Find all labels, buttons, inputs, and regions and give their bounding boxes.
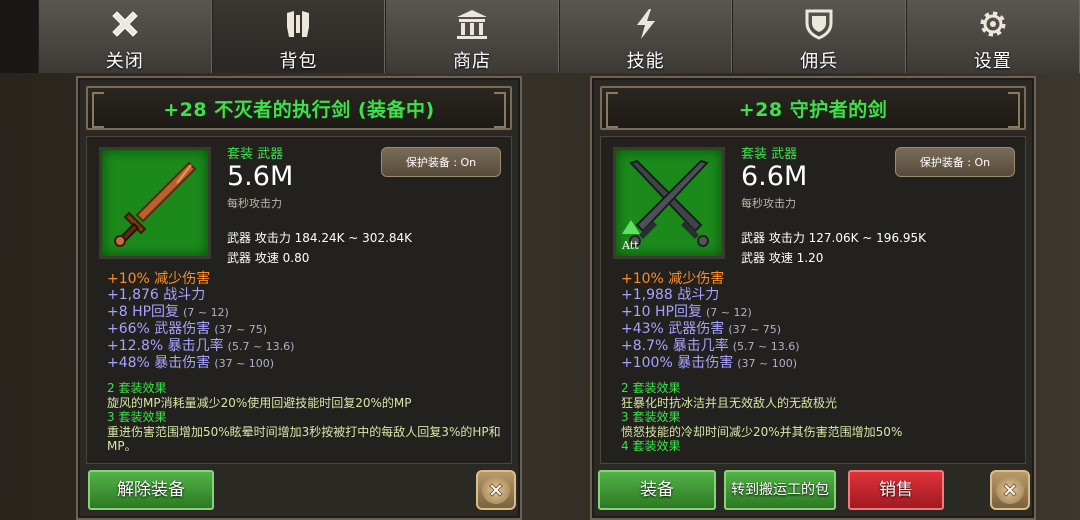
attribute-list: +10% 减少伤害 +1,988 战斗力 +10 HP回复 (7 ~ 12) +4… (621, 271, 800, 373)
set-3-heading: 3 套装效果 (621, 410, 681, 424)
attr-line: +43% 武器伤害 (37 ~ 75) (621, 320, 782, 337)
close-panel-button[interactable] (476, 470, 516, 510)
attr-line: +10% 减少伤害 (107, 271, 211, 287)
tab-label: 背包 (279, 51, 318, 72)
attr-line: +10 HP回复 (7 ~ 12) (621, 303, 752, 320)
item-icon-slot (99, 147, 211, 259)
attr-line: +10% 减少伤害 (621, 271, 725, 287)
tab-label: 佣兵 (800, 51, 839, 72)
dps-label: 每秒攻击力 (741, 197, 796, 210)
set-2-heading: 2 套装效果 (621, 381, 681, 395)
set-effects: 2 套装效果 狂暴化时抗冰洁并且无效敌人的无敌极光 3 套装效果 愤怒技能的冷却… (621, 381, 1031, 454)
set-type: 套装 武器 (227, 147, 284, 162)
tab-label: 设置 (973, 51, 1012, 72)
set-3-desc: 愤怒技能的冷却时间减少20%并其伤害范围增加50% (621, 424, 903, 439)
close-icon (1003, 483, 1017, 497)
gear-icon (980, 11, 1006, 36)
weapon-speed-stat: 武器 攻速 1.20 (741, 251, 824, 265)
tab-mercenary[interactable]: 佣兵 (732, 0, 906, 73)
attr-line: +8 HP回复 (7 ~ 12) (107, 303, 229, 320)
attr-line: +66% 武器伤害 (37 ~ 75) (107, 320, 268, 337)
set-2-desc: 旋风的MP消耗量减少20%使用回避技能时回复20%的MP (107, 395, 412, 410)
attr-line: +1,876 战斗力 (107, 287, 206, 304)
lightning-icon (636, 8, 655, 39)
tab-label: 技能 (626, 51, 665, 72)
transfer-to-porter-button[interactable]: 转到搬运工的包 (724, 470, 836, 510)
attr-line: +100% 暴击伤害 (37 ~ 100) (621, 355, 798, 372)
tab-skills[interactable]: 技能 (558, 0, 733, 73)
sell-button[interactable]: 销售 (848, 470, 944, 510)
protect-toggle-button[interactable]: 保护装备 : On (381, 147, 501, 177)
item-title: +28 守护者的剑 (600, 86, 1026, 130)
set-type: 套装 武器 (741, 147, 798, 162)
protect-toggle-button[interactable]: 保护装备 : On (895, 147, 1015, 177)
set-3-heading: 3 套装效果 (107, 410, 167, 424)
set-3-desc: 重进伤害范围增加50%眩晕时间增加3秒按被打中的每敌人回复3%的HP和MP。 (107, 424, 501, 454)
dps-label: 每秒攻击力 (227, 197, 282, 210)
tab-close[interactable]: 关闭 (38, 0, 212, 73)
armor-icon (287, 10, 310, 37)
shield-icon (805, 9, 833, 40)
close-icon (489, 483, 503, 497)
attribute-list: +10% 减少伤害 +1,876 战斗力 +8 HP回复 (7 ~ 12) +66… (107, 271, 294, 373)
set-2-heading: 2 套装效果 (107, 381, 167, 395)
item-details: 套装 武器 5.6M 每秒攻击力 保护装备 : On 武器 攻击力 184.24… (86, 136, 512, 464)
tab-backpack[interactable]: 背包 (211, 0, 386, 73)
unequip-button[interactable]: 解除装备 (88, 470, 214, 510)
temple-icon (456, 9, 487, 39)
att-badge: Att (622, 239, 639, 252)
equip-button[interactable]: 装备 (598, 470, 716, 510)
equipped-item-panel: +28 不灭者的执行剑 (装备中) 套装 武器 5.6M 每秒攻击力 保护装备 … (76, 76, 522, 520)
attr-line: +48% 暴击伤害 (37 ~ 100) (107, 355, 275, 372)
item-details: Att 套装 武器 6.6M 每秒攻击力 保护装备 : On 武器 攻击力 12… (600, 136, 1026, 464)
crossed-swords-icon (629, 159, 709, 247)
close-panel-button[interactable] (990, 470, 1030, 510)
bronze-sword-icon (114, 161, 197, 247)
weapon-attack-stat: 武器 攻击力 184.24K ~ 302.84K (227, 231, 413, 245)
close-x-icon (112, 10, 138, 37)
attr-line: +12.8% 暴击几率 (5.7 ~ 13.6) (107, 338, 295, 355)
attr-line: +8.7% 暴击几率 (5.7 ~ 13.6) (621, 338, 800, 355)
top-nav: 关闭 背包 商店 技能 佣兵 设置 (38, 0, 1080, 73)
set-2-desc: 狂暴化时抗冰洁并且无效敌人的无敌极光 (621, 395, 838, 410)
set-effects: 2 套装效果 旋风的MP消耗量减少20%使用回避技能时回复20%的MP 3 套装… (107, 381, 517, 454)
item-title: +28 不灭者的执行剑 (装备中) (86, 86, 512, 130)
tab-settings[interactable]: 设置 (905, 0, 1080, 73)
dps-value: 6.6M (741, 161, 808, 192)
weapon-attack-stat: 武器 攻击力 127.06K ~ 196.95K (741, 231, 927, 245)
tab-shop[interactable]: 商店 (385, 0, 559, 73)
attack-up-icon (622, 220, 640, 234)
tab-label: 商店 (452, 51, 491, 72)
set-4-heading: 4 套装效果 (621, 439, 681, 453)
tab-label: 关闭 (105, 51, 144, 72)
weapon-speed-stat: 武器 攻速 0.80 (227, 251, 310, 265)
attr-line: +1,988 战斗力 (621, 287, 720, 304)
dps-value: 5.6M (227, 161, 294, 192)
item-icon-slot: Att (613, 147, 725, 259)
compare-item-panel: +28 守护者的剑 Att 套装 武器 6.6M 每秒攻击力 保护装备 : On… (590, 76, 1036, 520)
